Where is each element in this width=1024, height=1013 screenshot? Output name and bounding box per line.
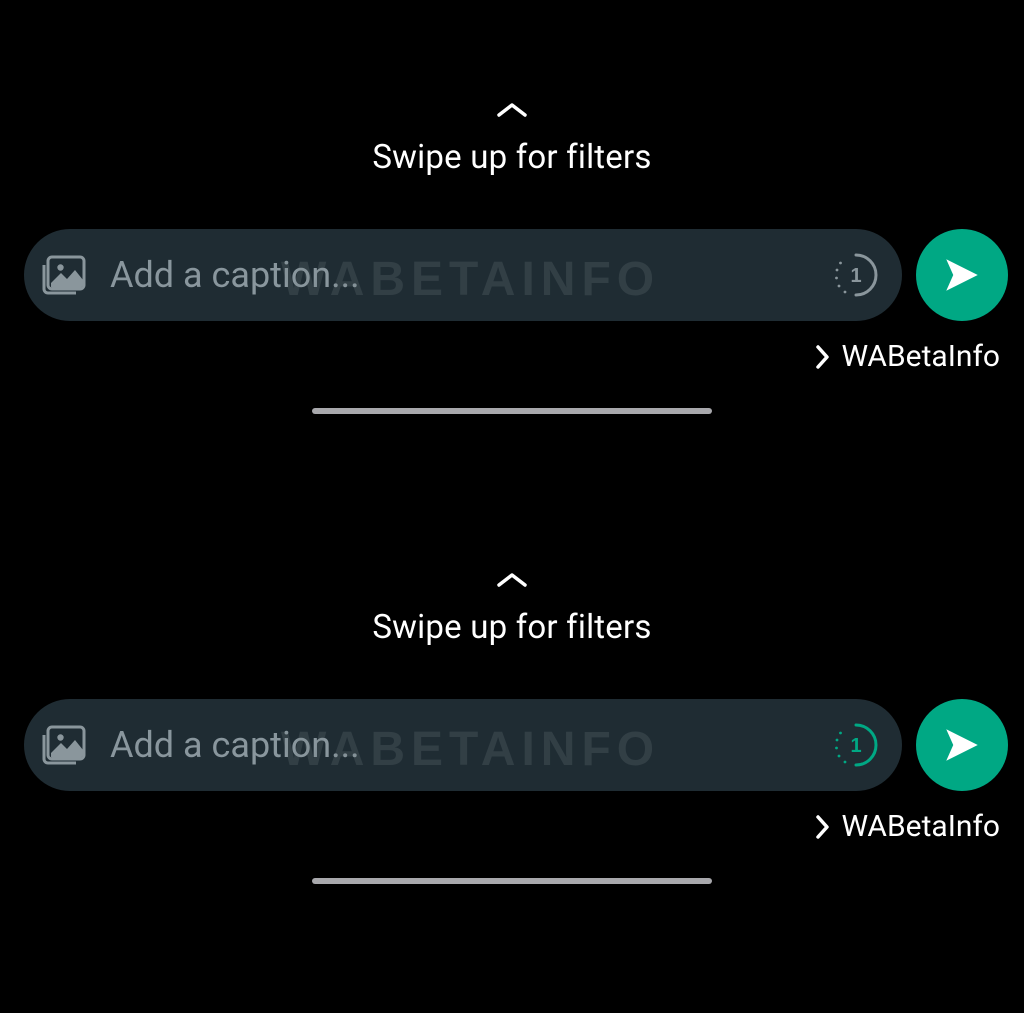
recipient-chip[interactable]: WABetaInfo bbox=[0, 809, 1024, 844]
view-once-toggle[interactable]: 1 bbox=[832, 251, 880, 299]
recipient-label: WABetaInfo bbox=[841, 339, 1000, 374]
swipe-up-hint[interactable]: Swipe up for filters bbox=[0, 100, 1024, 177]
send-icon bbox=[941, 724, 983, 766]
caption-row: Add a caption... WABETAINFO 1 bbox=[0, 699, 1024, 791]
send-button[interactable] bbox=[916, 229, 1008, 321]
home-indicator bbox=[312, 408, 712, 414]
view-once-number: 1 bbox=[850, 265, 861, 287]
recipient-label: WABetaInfo bbox=[841, 809, 1000, 844]
caption-placeholder: Add a caption... bbox=[110, 254, 822, 296]
view-once-toggle[interactable]: 1 bbox=[832, 721, 880, 769]
caption-placeholder: Add a caption... bbox=[110, 724, 822, 766]
chevron-up-icon bbox=[495, 570, 529, 590]
recipient-chip[interactable]: WABetaInfo bbox=[0, 339, 1024, 374]
caption-row: Add a caption... WABETAINFO 1 bbox=[0, 229, 1024, 321]
chevron-right-icon bbox=[815, 344, 831, 370]
media-send-panel-active: Swipe up for filters Add a caption... WA… bbox=[0, 480, 1024, 1000]
gallery-icon bbox=[42, 251, 90, 299]
media-send-panel-inactive: Swipe up for filters Add a caption... WA… bbox=[0, 0, 1024, 480]
caption-input[interactable]: Add a caption... WABETAINFO 1 bbox=[24, 229, 902, 321]
caption-input[interactable]: Add a caption... WABETAINFO 1 bbox=[24, 699, 902, 791]
swipe-hint-label: Swipe up for filters bbox=[372, 608, 651, 647]
chevron-up-icon bbox=[495, 100, 529, 120]
swipe-up-hint[interactable]: Swipe up for filters bbox=[0, 570, 1024, 647]
send-icon bbox=[941, 254, 983, 296]
home-indicator bbox=[312, 878, 712, 884]
view-once-number: 1 bbox=[850, 735, 861, 757]
chevron-right-icon bbox=[815, 814, 831, 840]
swipe-hint-label: Swipe up for filters bbox=[372, 138, 651, 177]
send-button[interactable] bbox=[916, 699, 1008, 791]
gallery-icon bbox=[42, 721, 90, 769]
